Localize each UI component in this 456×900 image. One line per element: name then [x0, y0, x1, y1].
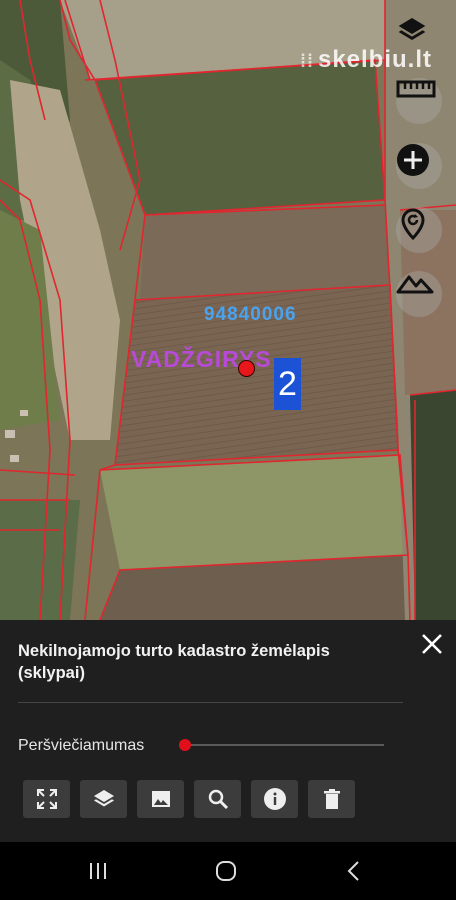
recent-apps-icon	[90, 863, 106, 879]
home-button[interactable]	[206, 856, 246, 886]
delete-button[interactable]	[308, 780, 355, 818]
info-icon	[263, 788, 286, 810]
info-button[interactable]	[251, 780, 298, 818]
locate-icon	[401, 208, 425, 241]
locate-button[interactable]	[396, 207, 442, 253]
image-icon	[151, 791, 170, 807]
back-button[interactable]	[334, 856, 374, 886]
layers-icon	[93, 790, 114, 807]
image-button[interactable]	[137, 780, 184, 818]
system-nav-bar	[0, 842, 456, 900]
recent-apps-button[interactable]	[78, 856, 118, 886]
slider-track	[184, 744, 384, 746]
slider-knob[interactable]	[179, 739, 191, 751]
fullscreen-button[interactable]	[23, 780, 70, 818]
layer-panel: Nekilnojamojo turto kadastro žemėlapis (…	[0, 620, 456, 842]
delete-icon	[323, 789, 340, 809]
fullscreen-icon	[36, 789, 57, 809]
panel-toolbar	[23, 780, 355, 818]
layers-button[interactable]	[396, 14, 442, 60]
location-marker[interactable]	[238, 360, 255, 377]
ruler-icon	[396, 80, 436, 98]
layers-tool-button[interactable]	[80, 780, 127, 818]
opacity-slider[interactable]	[179, 739, 386, 751]
parcel-number-label: 94840006	[204, 304, 297, 325]
terrain-icon	[396, 275, 434, 294]
divider	[18, 702, 403, 703]
zoom-in-icon	[397, 144, 429, 176]
panel-title: Nekilnojamojo turto kadastro žemėlapis (…	[18, 642, 330, 682]
measure-button[interactable]	[396, 78, 442, 124]
map-view[interactable]: ⁞⁞ skelbiu.lt 94840006 VADŽGIRYS 2	[0, 0, 456, 620]
parcel-badge: 2	[274, 358, 301, 410]
close-button[interactable]	[418, 630, 446, 658]
opacity-label: Peršviečiamumas	[18, 737, 145, 754]
close-icon	[422, 634, 442, 654]
search-icon	[208, 789, 228, 810]
home-icon	[216, 861, 236, 881]
layers-icon	[398, 18, 426, 40]
terrain-button[interactable]	[396, 271, 442, 317]
search-button[interactable]	[194, 780, 241, 818]
back-icon	[347, 861, 359, 881]
zoom-in-button[interactable]	[396, 143, 442, 189]
